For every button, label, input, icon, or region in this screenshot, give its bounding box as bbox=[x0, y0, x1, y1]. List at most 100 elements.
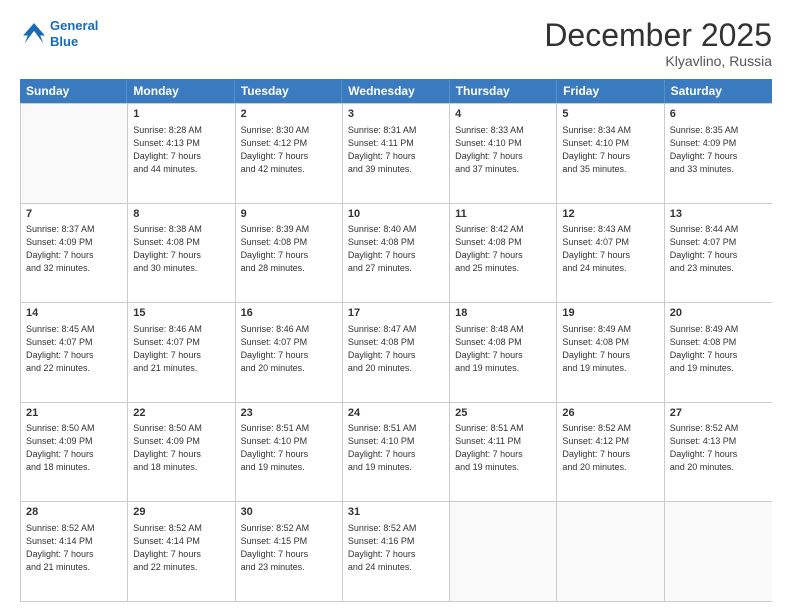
calendar-header: SundayMondayTuesdayWednesdayThursdayFrid… bbox=[20, 79, 772, 103]
calendar: SundayMondayTuesdayWednesdayThursdayFrid… bbox=[20, 79, 772, 602]
calendar-cell: 10Sunrise: 8:40 AM Sunset: 4:08 PM Dayli… bbox=[343, 204, 450, 303]
day-info: Sunrise: 8:51 AM Sunset: 4:10 PM Dayligh… bbox=[348, 422, 444, 474]
day-info: Sunrise: 8:52 AM Sunset: 4:12 PM Dayligh… bbox=[562, 422, 658, 474]
day-number: 29 bbox=[133, 505, 229, 520]
day-number: 3 bbox=[348, 107, 444, 122]
calendar-cell: 3 Sunrise: 8:31 AM Sunset: 4:11 PM Daylig… bbox=[343, 104, 450, 203]
calendar-cell: 2 Sunrise: 8:30 AM Sunset: 4:12 PM Daylig… bbox=[236, 104, 343, 203]
day-info: Sunrise: 8:46 AM Sunset: 4:07 PM Dayligh… bbox=[241, 323, 337, 375]
day-number: 23 bbox=[241, 406, 337, 421]
calendar-cell: 15 Sunrise: 8:46 AM Sunset: 4:07 PM Dayli… bbox=[128, 303, 235, 402]
calendar-cell: 31Sunrise: 8:52 AM Sunset: 4:16 PM Dayli… bbox=[343, 502, 450, 601]
day-info: Sunrise: 8:51 AM Sunset: 4:11 PM Dayligh… bbox=[455, 422, 551, 474]
day-info: Sunrise: 8:42 AM Sunset: 4:08 PM Dayligh… bbox=[455, 223, 551, 275]
day-number: 14 bbox=[26, 306, 122, 321]
weekday-header: Monday bbox=[127, 79, 234, 103]
calendar-cell: 30 Sunrise: 8:52 AM Sunset: 4:15 PM Dayli… bbox=[236, 502, 343, 601]
calendar-cell: 9Sunrise: 8:39 AM Sunset: 4:08 PM Daylig… bbox=[236, 204, 343, 303]
day-info: Sunrise: 8:28 AM Sunset: 4:13 PM Dayligh… bbox=[133, 124, 229, 176]
day-number: 15 bbox=[133, 306, 229, 321]
day-info: Sunrise: 8:31 AM Sunset: 4:11 PM Dayligh… bbox=[348, 124, 444, 176]
day-info: Sunrise: 8:51 AM Sunset: 4:10 PM Dayligh… bbox=[241, 422, 337, 474]
calendar-cell: 7Sunrise: 8:37 AM Sunset: 4:09 PM Daylig… bbox=[21, 204, 128, 303]
calendar-cell: 28 Sunrise: 8:52 AM Sunset: 4:14 PM Dayli… bbox=[21, 502, 128, 601]
day-number: 24 bbox=[348, 406, 444, 421]
calendar-cell: 5 Sunrise: 8:34 AM Sunset: 4:10 PM Daylig… bbox=[557, 104, 664, 203]
day-number: 21 bbox=[26, 406, 122, 421]
day-info: Sunrise: 8:49 AM Sunset: 4:08 PM Dayligh… bbox=[562, 323, 658, 375]
day-number: 13 bbox=[670, 207, 767, 222]
day-info: Sunrise: 8:39 AM Sunset: 4:08 PM Dayligh… bbox=[241, 223, 337, 275]
day-info: Sunrise: 8:50 AM Sunset: 4:09 PM Dayligh… bbox=[26, 422, 122, 474]
header: General Blue December 2025 Klyavlino, Ru… bbox=[20, 18, 772, 69]
calendar-cell: 14 Sunrise: 8:45 AM Sunset: 4:07 PM Dayli… bbox=[21, 303, 128, 402]
day-info: Sunrise: 8:48 AM Sunset: 4:08 PM Dayligh… bbox=[455, 323, 551, 375]
calendar-cell bbox=[665, 502, 772, 601]
calendar-cell: 13Sunrise: 8:44 AM Sunset: 4:07 PM Dayli… bbox=[665, 204, 772, 303]
day-info: Sunrise: 8:52 AM Sunset: 4:16 PM Dayligh… bbox=[348, 522, 444, 574]
day-number: 17 bbox=[348, 306, 444, 321]
calendar-cell: 18 Sunrise: 8:48 AM Sunset: 4:08 PM Dayli… bbox=[450, 303, 557, 402]
day-number: 30 bbox=[241, 505, 337, 520]
weekday-header: Tuesday bbox=[235, 79, 342, 103]
calendar-cell: 22Sunrise: 8:50 AM Sunset: 4:09 PM Dayli… bbox=[128, 403, 235, 502]
logo-text: General Blue bbox=[50, 18, 98, 49]
weekday-header: Saturday bbox=[665, 79, 772, 103]
logo-icon bbox=[20, 20, 48, 48]
logo-line1: General bbox=[50, 18, 98, 33]
calendar-body: 1 Sunrise: 8:28 AM Sunset: 4:13 PM Daylig… bbox=[20, 103, 772, 602]
logo-line2: Blue bbox=[50, 34, 78, 49]
calendar-row: 28 Sunrise: 8:52 AM Sunset: 4:14 PM Dayli… bbox=[21, 501, 772, 601]
day-number: 28 bbox=[26, 505, 122, 520]
weekday-header: Wednesday bbox=[342, 79, 449, 103]
calendar-cell: 1 Sunrise: 8:28 AM Sunset: 4:13 PM Daylig… bbox=[128, 104, 235, 203]
calendar-cell: 17 Sunrise: 8:47 AM Sunset: 4:08 PM Dayli… bbox=[343, 303, 450, 402]
calendar-cell: 26Sunrise: 8:52 AM Sunset: 4:12 PM Dayli… bbox=[557, 403, 664, 502]
day-number: 1 bbox=[133, 107, 229, 122]
day-number: 9 bbox=[241, 207, 337, 222]
day-number: 19 bbox=[562, 306, 658, 321]
calendar-cell: 4Sunrise: 8:33 AM Sunset: 4:10 PM Daylig… bbox=[450, 104, 557, 203]
calendar-row: 7Sunrise: 8:37 AM Sunset: 4:09 PM Daylig… bbox=[21, 203, 772, 303]
day-number: 2 bbox=[241, 107, 337, 122]
calendar-cell: 27Sunrise: 8:52 AM Sunset: 4:13 PM Dayli… bbox=[665, 403, 772, 502]
day-number: 22 bbox=[133, 406, 229, 421]
weekday-header: Sunday bbox=[20, 79, 127, 103]
day-number: 6 bbox=[670, 107, 767, 122]
day-info: Sunrise: 8:43 AM Sunset: 4:07 PM Dayligh… bbox=[562, 223, 658, 275]
day-number: 25 bbox=[455, 406, 551, 421]
calendar-cell bbox=[557, 502, 664, 601]
day-info: Sunrise: 8:37 AM Sunset: 4:09 PM Dayligh… bbox=[26, 223, 122, 275]
calendar-cell: 12Sunrise: 8:43 AM Sunset: 4:07 PM Dayli… bbox=[557, 204, 664, 303]
calendar-cell: 24Sunrise: 8:51 AM Sunset: 4:10 PM Dayli… bbox=[343, 403, 450, 502]
page: General Blue December 2025 Klyavlino, Ru… bbox=[0, 0, 792, 612]
day-number: 27 bbox=[670, 406, 767, 421]
calendar-cell: 25Sunrise: 8:51 AM Sunset: 4:11 PM Dayli… bbox=[450, 403, 557, 502]
day-number: 5 bbox=[562, 107, 658, 122]
day-info: Sunrise: 8:49 AM Sunset: 4:08 PM Dayligh… bbox=[670, 323, 767, 375]
day-info: Sunrise: 8:46 AM Sunset: 4:07 PM Dayligh… bbox=[133, 323, 229, 375]
title-block: December 2025 Klyavlino, Russia bbox=[544, 18, 772, 69]
day-number: 18 bbox=[455, 306, 551, 321]
day-info: Sunrise: 8:45 AM Sunset: 4:07 PM Dayligh… bbox=[26, 323, 122, 375]
day-number: 20 bbox=[670, 306, 767, 321]
calendar-cell: 8Sunrise: 8:38 AM Sunset: 4:08 PM Daylig… bbox=[128, 204, 235, 303]
day-info: Sunrise: 8:52 AM Sunset: 4:15 PM Dayligh… bbox=[241, 522, 337, 574]
calendar-cell bbox=[21, 104, 128, 203]
weekday-header: Thursday bbox=[450, 79, 557, 103]
calendar-cell: 23Sunrise: 8:51 AM Sunset: 4:10 PM Dayli… bbox=[236, 403, 343, 502]
day-info: Sunrise: 8:38 AM Sunset: 4:08 PM Dayligh… bbox=[133, 223, 229, 275]
day-number: 12 bbox=[562, 207, 658, 222]
calendar-cell: 19 Sunrise: 8:49 AM Sunset: 4:08 PM Dayli… bbox=[557, 303, 664, 402]
calendar-cell: 11Sunrise: 8:42 AM Sunset: 4:08 PM Dayli… bbox=[450, 204, 557, 303]
month-title: December 2025 bbox=[544, 18, 772, 53]
day-info: Sunrise: 8:35 AM Sunset: 4:09 PM Dayligh… bbox=[670, 124, 767, 176]
day-info: Sunrise: 8:30 AM Sunset: 4:12 PM Dayligh… bbox=[241, 124, 337, 176]
calendar-cell: 29Sunrise: 8:52 AM Sunset: 4:14 PM Dayli… bbox=[128, 502, 235, 601]
day-info: Sunrise: 8:52 AM Sunset: 4:14 PM Dayligh… bbox=[26, 522, 122, 574]
day-number: 11 bbox=[455, 207, 551, 222]
day-info: Sunrise: 8:47 AM Sunset: 4:08 PM Dayligh… bbox=[348, 323, 444, 375]
day-info: Sunrise: 8:52 AM Sunset: 4:13 PM Dayligh… bbox=[670, 422, 767, 474]
day-info: Sunrise: 8:34 AM Sunset: 4:10 PM Dayligh… bbox=[562, 124, 658, 176]
day-number: 10 bbox=[348, 207, 444, 222]
